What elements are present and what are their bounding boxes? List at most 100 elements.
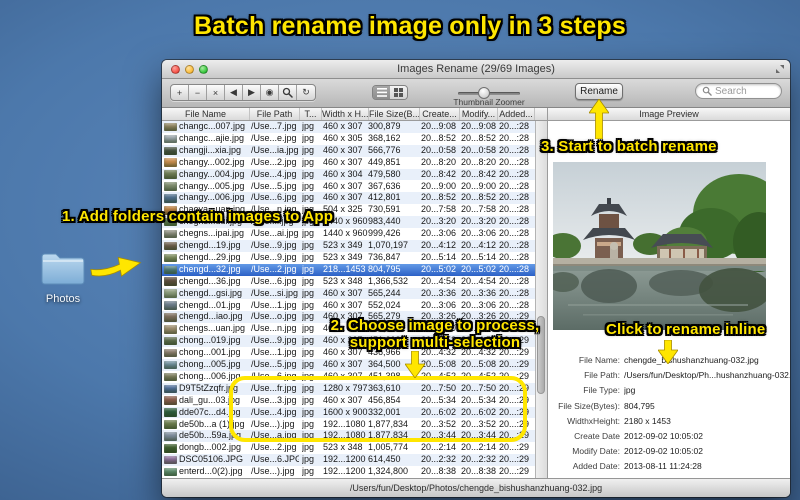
column-header-added[interactable]: Added... (498, 108, 535, 120)
preview-header: Image Preview (547, 108, 790, 121)
cell-type: jpg (302, 240, 315, 250)
cell-dims: 192...1200 (323, 466, 366, 477)
table-row[interactable]: chengd...01.jpg/Use...1.jpg jpg 460 x 307 5… (162, 300, 535, 312)
rename-button[interactable]: Rename (575, 83, 623, 100)
table-row[interactable]: chengd...gsi.jpg/Use...si.jpg jpg 460 x 30… (162, 287, 535, 300)
cell-created: 20...2:14 (421, 442, 457, 453)
metadata-value: 2012-09-02 10:05:02 (624, 431, 703, 441)
table-scrollbar[interactable] (535, 121, 547, 478)
file-thumbnail (164, 253, 177, 263)
grid-view-icon (394, 88, 403, 97)
cell-type: jpg (302, 251, 315, 262)
cell-path: /Use...ia.jpg (251, 144, 299, 155)
preview-panel: File Name: chengde_bishushanzhuang-032.jp… (547, 121, 790, 478)
search-button[interactable] (279, 85, 297, 100)
close-window-button[interactable] (171, 65, 180, 74)
table-row[interactable]: chengd...29.jpg/Use...9.jpg jpg 523 x 349 7… (162, 252, 535, 264)
column-header-size[interactable]: File Size(B... (369, 108, 420, 120)
table-row[interactable]: changc...ajie.jpg/Use...e.jpg jpg 460 x 30… (162, 133, 535, 145)
metadata-value[interactable]: chengde_bishushanzhuang-032.jpg (624, 355, 790, 365)
metadata-label: WidthxHeight: (567, 415, 620, 426)
cell-name: chengd...36.jpg (179, 275, 241, 286)
cell-size: 614,450 (368, 454, 401, 465)
metadata-label: File Path: (584, 370, 620, 381)
cell-path: /Use...1.jpg (251, 347, 297, 358)
cell-type: jpg (302, 275, 315, 286)
table-row[interactable]: chengd...19.jpg/Use...9.jpg jpg 523 x 349 1… (162, 240, 535, 252)
preview-button[interactable]: ◉ (261, 85, 279, 100)
fullscreen-icon[interactable] (775, 64, 785, 74)
column-header-created[interactable]: Create... (420, 108, 460, 120)
zoom-window-button[interactable] (199, 65, 208, 74)
cell-modified: 20...9:08 (461, 121, 497, 131)
search-field[interactable]: Search (695, 83, 782, 99)
list-view-button[interactable] (373, 86, 390, 99)
cell-created: 20...3:06 (421, 228, 457, 239)
cell-created: 20...9:08 (421, 121, 457, 131)
cell-name: chengd...32.jpg (179, 263, 241, 274)
cell-added: 20...:28 (499, 204, 530, 215)
column-header-type[interactable]: T... (300, 108, 322, 120)
cell-type: jpg (302, 263, 315, 274)
table-row[interactable]: chengd...32.jpg/Use...2.jpg jpg 218...1453… (162, 263, 535, 276)
cell-name: changc...ajie.jpg (179, 132, 245, 143)
cell-name: changy...005.jpg (179, 180, 245, 191)
cell-modified: 20...7:58 (461, 204, 497, 215)
cell-name: chong...005.jpg (179, 359, 241, 369)
cell-added: 20...:28 (499, 180, 530, 191)
cell-added: 20...:29 (499, 466, 530, 477)
cell-type: jpg (302, 347, 315, 358)
photos-folder[interactable]: Photos (38, 250, 88, 305)
cell-modified: 20...3:20 (461, 216, 497, 227)
table-row[interactable]: changc...007.jpg/Use...7.jpg jpg 460 x 307… (162, 121, 535, 133)
table-row[interactable]: changy...005.jpg/Use...5.jpg jpg 460 x 307… (162, 181, 535, 193)
cell-size: 1,366,532 (368, 275, 409, 286)
column-header-dims[interactable]: Width x H... (322, 108, 369, 120)
cell-name: changy...004.jpg (179, 168, 245, 179)
metadata-value: 2012-09-02 10:05:02 (624, 446, 703, 457)
cell-type: jpg (302, 180, 315, 191)
cell-path: /Use...ai.jpg (251, 228, 299, 239)
cell-created: 20...8:52 (421, 132, 457, 143)
cell-size: 1,070,197 (368, 240, 409, 250)
file-thumbnail (164, 384, 177, 394)
cell-name: chong...001.jpg (179, 347, 241, 358)
previous-button[interactable]: ◀ (225, 85, 243, 100)
table-row[interactable]: changy...006.jpg/Use...6.jpg jpg 460 x 307… (162, 192, 535, 205)
column-header-modified[interactable]: Modify... (460, 108, 498, 120)
cell-path: /Use...n.jpg (251, 323, 297, 334)
cell-modified: 20...5:14 (461, 251, 497, 262)
column-header-path[interactable]: File Path (250, 108, 300, 120)
refresh-button[interactable]: ↻ (297, 85, 315, 100)
add-button[interactable]: + (171, 85, 189, 100)
cell-created: 20...8:20 (421, 156, 457, 167)
cell-dims: 1440 x 960 (323, 228, 368, 239)
table-row[interactable]: chengd...36.jpg/Use...6.jpg jpg 523 x 348 1… (162, 276, 535, 288)
table-row[interactable]: chong...005.jpg/Use...5.jpg jpg 460 x 307 3… (162, 359, 535, 371)
cell-path: /Use...).jpg (251, 466, 295, 477)
cell-path: /Use...6.JPG (251, 454, 299, 465)
minimize-window-button[interactable] (185, 65, 194, 74)
next-button[interactable]: ▶ (243, 85, 261, 100)
table-row[interactable]: changji...xia.jpg/Use...ia.jpg jpg 460 x 3… (162, 144, 535, 157)
remove-button[interactable]: − (189, 85, 207, 100)
cell-created: 20...2:32 (421, 454, 457, 465)
cell-modified: 20...8:52 (461, 192, 497, 203)
table-row[interactable]: chegns...ipai.jpg/Use...ai.jpg jpg 1440 x … (162, 228, 535, 240)
delete-button[interactable]: × (207, 85, 225, 100)
cell-created: 20...4:12 (421, 240, 457, 250)
grid-view-button[interactable] (390, 86, 407, 99)
cell-added: 20...:28 (499, 216, 530, 227)
table-row[interactable]: dongb...002.jpg/Use...2.jpg jpg 523 x 348 1… (162, 442, 535, 454)
cell-name: enterd...0(2).jpg (179, 466, 243, 477)
table-row[interactable]: changy...002.jpg/Use...2.jpg jpg 460 x 307… (162, 157, 535, 169)
table-row[interactable]: enterd...0(2).jpg/Use...).jpg jpg 192...12… (162, 466, 535, 478)
file-thumbnail (164, 325, 177, 334)
cell-type: jpg (302, 466, 315, 477)
column-header-name[interactable]: File Name (162, 108, 250, 120)
table-row[interactable]: changy...004.jpg/Use...4.jpg jpg 460 x 304… (162, 168, 535, 181)
window-titlebar[interactable]: Images Rename (29/69 Images) (162, 60, 790, 79)
cell-name: changji...xia.jpg (179, 144, 242, 155)
table-row[interactable]: DSC05106.JPG/Use...6.JPG jpg 192...1200 614… (162, 454, 535, 467)
thumbnail-zoomer-slider[interactable] (458, 87, 520, 99)
